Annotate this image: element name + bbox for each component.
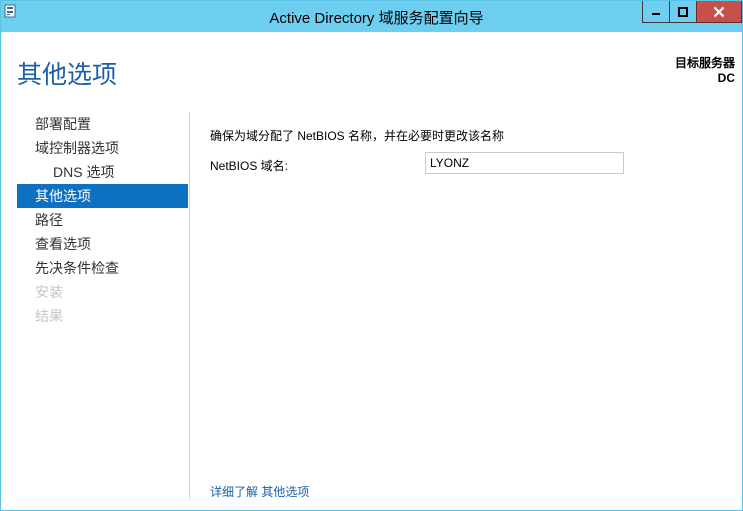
page-title: 其他选项 — [17, 61, 118, 89]
title-bar[interactable]: Active Directory 域服务配置向导 — [1, 1, 742, 32]
close-button[interactable] — [696, 1, 742, 23]
nav-item-dc-options[interactable]: 域控制器选项 — [17, 136, 188, 160]
window-title: Active Directory 域服务配置向导 — [269, 10, 484, 27]
nav-item-prerequisites-check[interactable]: 先决条件检查 — [17, 256, 188, 280]
maximize-icon — [678, 6, 688, 17]
netbios-name-input[interactable] — [425, 152, 624, 174]
target-server: 目标服务器 DC — [675, 56, 735, 86]
maximize-button[interactable] — [669, 1, 697, 23]
wizard-window: Active Directory 域服务配置向导 其他选项 目标服务器 DC 部… — [0, 0, 743, 511]
netbios-label: NetBIOS 域名: — [210, 159, 289, 173]
nav-item-installation: 安装 — [35, 284, 63, 300]
nav-item-review-options[interactable]: 查看选项 — [17, 232, 188, 256]
window-controls — [642, 1, 742, 23]
minimize-icon — [652, 12, 660, 15]
target-server-label: 目标服务器 — [674, 56, 735, 70]
section-description: 确保为域分配了 NetBIOS 名称，并在必要时更改该名称 — [210, 129, 505, 143]
wizard-steps-nav: 部署配置 域控制器选项 DNS 选项 其他选项 路径 查看选项 先决条件检查 安… — [17, 112, 188, 328]
target-server-name: DC — [717, 71, 735, 85]
minimize-button[interactable] — [642, 1, 670, 23]
nav-item-dns-options[interactable]: DNS 选项 — [17, 160, 188, 184]
close-icon — [713, 6, 725, 17]
more-info-link[interactable]: 详细了解 其他选项 — [210, 483, 309, 500]
nav-divider — [189, 112, 190, 499]
nav-item-deployment-config[interactable]: 部署配置 — [17, 112, 188, 136]
nav-item-results: 结果 — [35, 308, 63, 324]
nav-item-paths[interactable]: 路径 — [17, 208, 188, 232]
nav-item-additional-options[interactable]: 其他选项 — [17, 184, 188, 208]
